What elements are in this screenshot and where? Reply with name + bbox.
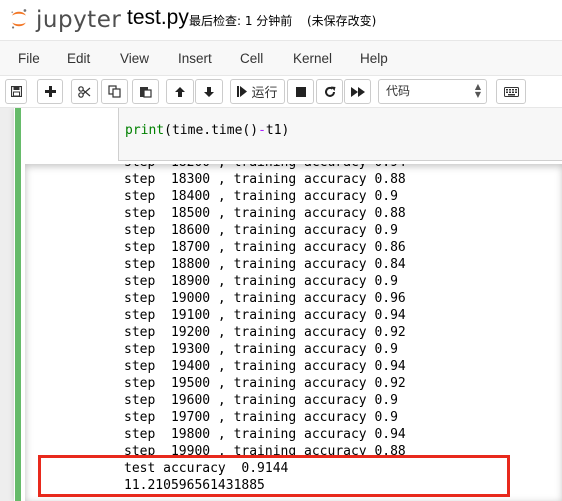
move-up-button[interactable] (166, 79, 194, 104)
fast-forward-icon (350, 86, 365, 97)
code-call-open: (time.time() (164, 123, 259, 138)
output-line: step 19700 , training accuracy 0.9 (124, 410, 398, 425)
cell-type-value: 代码 (386, 84, 411, 98)
output-line: test accuracy 0.9144 (124, 461, 289, 476)
output-line: step 18200 , training accuracy 0.94 (124, 164, 406, 171)
checkpoint-status: 最后检查: 1 分钟前 (189, 14, 293, 28)
move-down-button[interactable] (195, 79, 223, 104)
cell-type-select[interactable]: 代码 ▲ ▼ (378, 79, 487, 104)
command-palette-button[interactable] (496, 79, 526, 104)
output-line: step 19000 , training accuracy 0.96 (124, 291, 406, 306)
menu-edit[interactable]: Edit (67, 51, 90, 66)
output-line: step 19200 , training accuracy 0.92 (124, 325, 406, 340)
cell-input-editor[interactable]: print(time.time()-t1) (118, 108, 562, 161)
copy-icon (108, 85, 121, 98)
cut-button[interactable] (71, 79, 98, 104)
code-function-name: print (125, 123, 165, 138)
output-line: step 19300 , training accuracy 0.9 (124, 342, 398, 357)
code-minus-operator: - (258, 123, 266, 138)
code-cell[interactable]: print(time.time()-t1) step 18200 , train… (15, 108, 562, 501)
output-line: step 18400 , training accuracy 0.9 (124, 189, 398, 204)
paste-icon (140, 87, 152, 98)
jupyter-logo-icon (11, 9, 27, 29)
arrow-down-icon (204, 86, 214, 97)
output-line: step 19600 , training accuracy 0.9 (124, 393, 398, 408)
restart-icon (324, 86, 335, 97)
cell-output-area[interactable]: step 18200 , training accuracy 0.94step … (25, 164, 562, 501)
stop-icon (295, 86, 306, 97)
output-line: step 18800 , training accuracy 0.84 (124, 257, 406, 272)
output-line: step 19400 , training accuracy 0.94 (124, 359, 406, 374)
output-line: step 18500 , training accuracy 0.88 (124, 206, 406, 221)
paste-button[interactable] (132, 79, 159, 104)
notebook-header: jupyter test.py 最后检查: 1 分钟前 (未保存改变) (0, 0, 562, 40)
keyboard-icon (503, 86, 519, 97)
output-line: step 19800 , training accuracy 0.94 (124, 427, 406, 442)
menu-file[interactable]: File (18, 51, 40, 66)
step-forward-icon (237, 86, 248, 97)
menu-insert[interactable]: Insert (178, 51, 212, 66)
toolbar: 运行 代码 ▲ ▼ (0, 76, 562, 108)
output-line: step 18600 , training accuracy 0.9 (124, 223, 398, 238)
autosave-status: (未保存改变) (307, 14, 377, 28)
code-line: print(time.time()-t1) (125, 123, 289, 138)
output-line: step 19900 , training accuracy 0.88 (124, 444, 406, 459)
run-button[interactable]: 运行 (230, 79, 285, 104)
output-text: step 18200 , training accuracy 0.94step … (124, 164, 406, 494)
restart-run-all-button[interactable] (344, 79, 371, 104)
interrupt-button[interactable] (287, 79, 314, 104)
menubar: File Edit View Insert Cell Kernel Help (0, 40, 562, 76)
menu-view[interactable]: View (120, 51, 149, 66)
code-call-rest: t1) (265, 123, 290, 138)
notebook-page: print(time.time()-t1) step 18200 , train… (14, 108, 562, 501)
menu-kernel[interactable]: Kernel (293, 51, 332, 66)
output-line: step 18900 , training accuracy 0.9 (124, 274, 398, 289)
copy-button[interactable] (101, 79, 128, 104)
jupyter-logo[interactable]: jupyter (6, 6, 121, 36)
save-icon (10, 86, 22, 97)
output-line: step 19500 , training accuracy 0.92 (124, 376, 406, 391)
restart-button[interactable] (316, 79, 343, 104)
output-line: step 19100 , training accuracy 0.94 (124, 308, 406, 323)
arrow-up-icon (175, 86, 185, 97)
output-line: step 18300 , training accuracy 0.88 (124, 172, 406, 187)
cut-icon (78, 85, 91, 98)
output-line: step 18700 , training accuracy 0.86 (124, 240, 406, 255)
menu-help[interactable]: Help (360, 51, 388, 66)
insert-cell-button[interactable] (37, 79, 63, 104)
run-button-label: 运行 (251, 85, 278, 100)
output-line: 11.210596561431885 (124, 478, 265, 493)
notebook-name[interactable]: test.py (127, 6, 189, 30)
notebook-container: print(time.time()-t1) step 18200 , train… (0, 108, 562, 501)
save-button[interactable] (5, 79, 27, 104)
plus-icon (44, 86, 56, 97)
menu-cell[interactable]: Cell (240, 51, 263, 66)
jupyter-logo-text: jupyter (36, 7, 122, 33)
cell-edit-mode-bar (15, 108, 21, 501)
select-arrows-icon: ▲ ▼ (474, 82, 481, 99)
